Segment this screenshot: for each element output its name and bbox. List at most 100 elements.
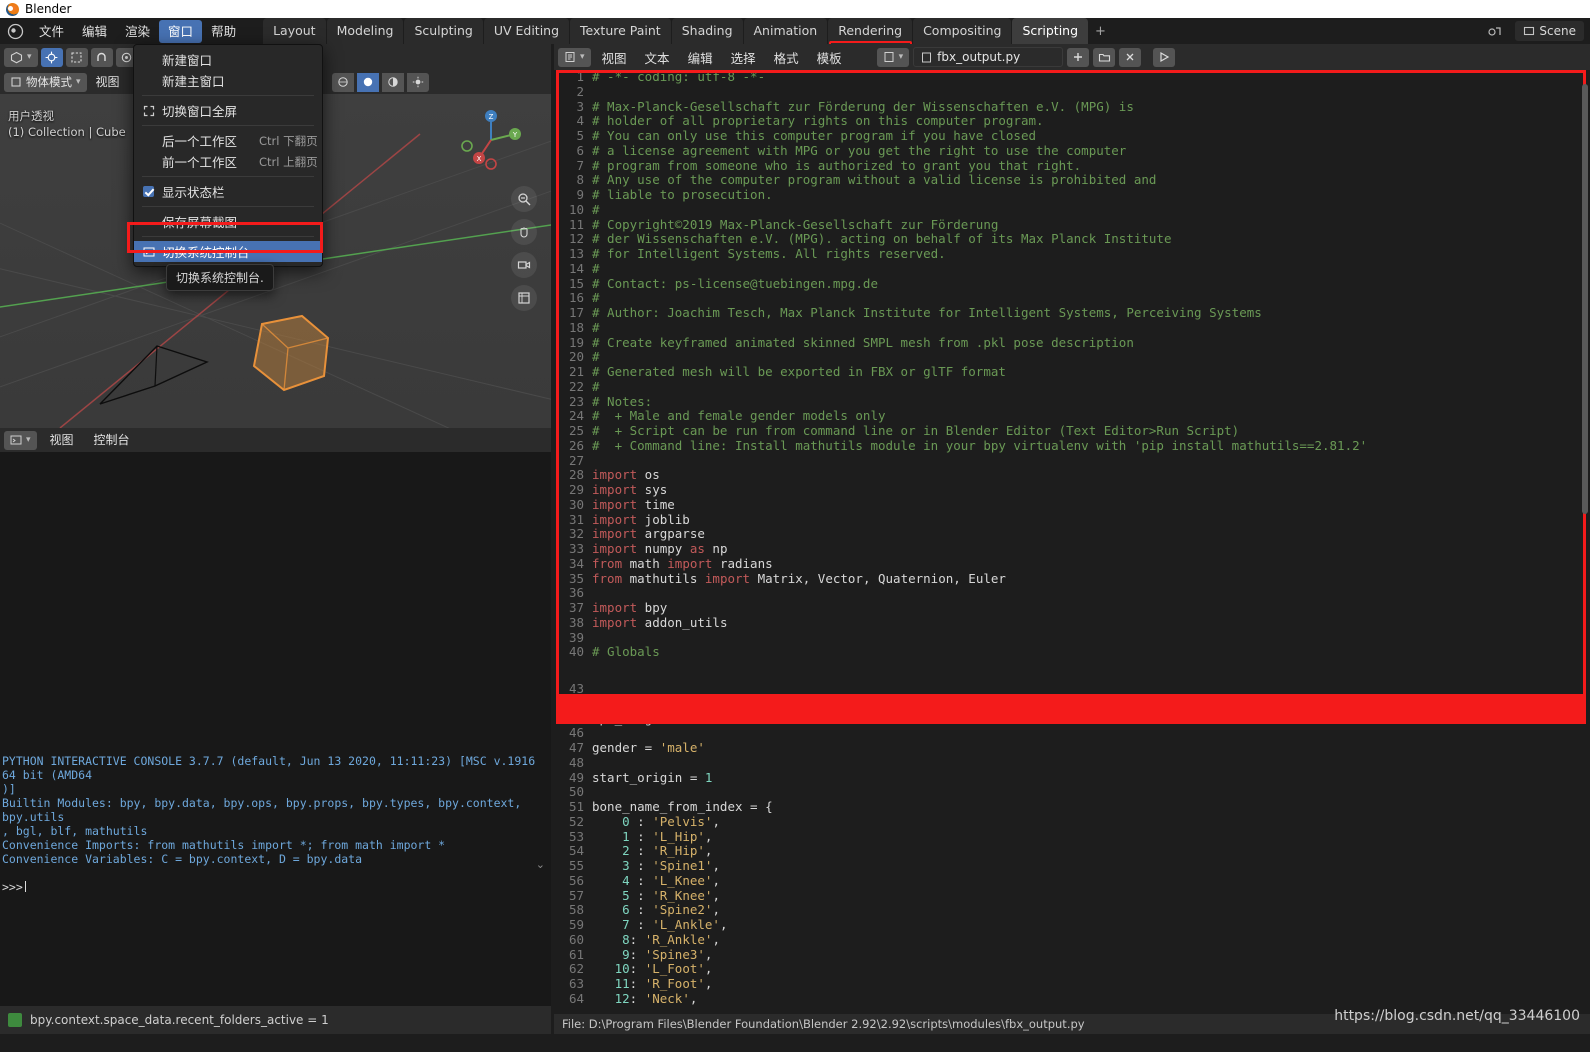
text-editor-content[interactable]: 1 # -*- coding: utf-8 -*- 2 3 # Max-Planck-… [554,70,1590,1024]
cursor-tool-icon[interactable] [40,47,63,67]
snap-magnet-icon[interactable] [90,47,113,67]
line-number: 3 [576,98,584,114]
ortho-persp-icon[interactable] [511,285,537,311]
text-datablock-icon[interactable]: ▾ [876,47,910,67]
line-number: 31 [568,511,584,527]
text-menu-templates[interactable]: 模板 [810,45,849,70]
camera-view-icon[interactable] [511,252,537,278]
console-scroll-down-icon[interactable]: ⌄ [536,858,545,871]
code-line: 35 from mathutils import Matrix, Vector, … [554,570,1590,587]
code-line: 23 # Notes: [554,394,1590,410]
line-number: 14 [568,260,584,276]
workspace-tab-sculpting[interactable]: Sculpting [404,18,483,44]
code-text: # [592,378,600,394]
editor-type-console-icon[interactable]: ▾ [4,430,37,450]
console-line-4: , bgl, blf, mathutils [2,824,148,838]
window-menu-dropdown: 新建窗口 新建主窗口 切换窗口全屏 后一个工作区 Ctrl 下翻页 前一个工作区… [133,44,323,267]
wireframe-shading-icon[interactable] [331,72,354,92]
workspace-tab-texture-paint[interactable]: Texture Paint [570,18,671,44]
window-menu-item-toggle-fullscreen[interactable]: 切换窗口全屏 [134,100,322,121]
code-line: 48 [554,755,1590,771]
cube-object[interactable] [232,302,342,412]
window-menu-item-new-window[interactable]: 新建窗口 [134,49,322,70]
console-prompt[interactable]: >>> [2,880,549,894]
camera-object[interactable] [95,304,235,414]
code-line: 6 # a license agreement with MPG or you g… [554,142,1590,159]
text-menu-edit[interactable]: 编辑 [681,45,720,70]
code-text: 2 : 'R_Hip', [622,843,713,859]
material-preview-shading-icon[interactable] [381,72,404,92]
workspace-tab-compositing[interactable]: Compositing [913,18,1012,44]
workspace-tab-uv-editing[interactable]: UV Editing [483,18,570,44]
window-menu-item-next-workspace[interactable]: 后一个工作区 Ctrl 下翻页 [134,130,322,151]
text-datablock-name-field[interactable]: fbx_output.py [913,47,1064,67]
fullscreen-icon [142,104,155,117]
code-line: 9 # liable to prosecution. [554,187,1590,203]
window-menu-label-3: 后一个工作区 [162,134,238,149]
workspace-tab-layout[interactable]: Layout [263,18,326,44]
console-menu-view[interactable]: 视图 [43,430,81,451]
line-number: 10 [568,201,584,217]
solid-shading-icon[interactable] [356,72,379,92]
interaction-mode-dropdown[interactable]: 物体模式 ▾ [4,72,87,92]
line-number: 26 [568,437,584,453]
rendered-shading-icon[interactable] [406,72,429,92]
new-text-icon[interactable] [1067,47,1090,67]
window-menu-item-new-main-window[interactable]: 新建主窗口 [134,70,322,91]
editor-scrollbar[interactable] [1582,84,1588,514]
text-menu-select[interactable]: 选择 [724,45,763,70]
workspace-tab-scripting[interactable]: Scripting [1012,18,1089,44]
blender-menu-icon[interactable] [0,18,30,44]
text-menu-format[interactable]: 格式 [767,45,806,70]
scene-selector[interactable]: Scene [1515,21,1584,41]
show-statusbar-checkbox[interactable] [143,186,154,197]
text-menu-view[interactable]: 视图 [595,45,634,70]
workspace-tab-animation[interactable]: Animation [743,18,828,44]
run-script-icon[interactable] [1153,47,1176,67]
line-number: 27 [568,452,584,468]
line-number: 33 [568,541,584,556]
editor-type-3dview-icon[interactable]: ▾ [4,47,38,67]
line-number: 35 [568,570,584,586]
pan-hand-icon[interactable] [511,219,537,245]
workspace-tab-shading[interactable]: Shading [671,18,743,44]
window-menu-item-save-screenshot[interactable]: 保存屏幕截图 [134,211,322,232]
code-line: 25 # + Script can be run from command lin… [554,423,1590,439]
add-workspace-button[interactable]: + [1089,19,1112,44]
line-number: 13 [568,246,584,261]
select-box-icon[interactable] [65,47,88,67]
code-text: # liable to prosecution. [592,187,773,202]
editor-type-text-icon[interactable]: ▾ [558,47,591,67]
scene-icon[interactable] [1479,18,1509,44]
window-menu-item-prev-workspace[interactable]: 前一个工作区 Ctrl 上翻页 [134,151,322,172]
console-line-7 [2,866,549,880]
workspace-tab-modeling[interactable]: Modeling [326,18,404,44]
code-line: 64 12: 'Neck', [554,991,1590,1007]
code-text: # a license agreement with MPG or you ge… [592,142,1127,158]
unlink-x-icon[interactable] [1119,47,1142,67]
line-number: 63 [568,976,584,991]
window-menu-item-show-statusbar[interactable]: 显示状态栏 [134,181,322,202]
scene-datablock-icon [1524,26,1535,36]
console-output[interactable]: PYTHON INTERACTIVE CONSOLE 3.7.7 (defaul… [0,452,551,1024]
menu-window[interactable]: 窗口 [159,19,203,43]
menu-file[interactable]: 文件 [30,20,73,43]
line-number: 4 [576,113,584,129]
window-menu-item-toggle-system-console[interactable]: 切换系统控制台 [134,241,322,262]
console-menu-console[interactable]: 控制台 [87,430,137,451]
menu-render[interactable]: 渲染 [116,20,159,43]
menu-edit[interactable]: 编辑 [73,20,116,43]
zoom-icon[interactable] [511,186,537,212]
line-number: 12 [568,231,584,247]
code-block-lower: 43 44fps_source = 3045fps_target = 3046 … [554,681,1590,1007]
text-menu-text[interactable]: 文本 [638,45,677,70]
open-folder-icon[interactable] [1093,47,1116,67]
viewport-menu-view[interactable]: 视图 [90,72,126,93]
navigation-gizmo[interactable]: Z Y X [459,108,523,172]
workspace-tab-rendering[interactable]: Rendering [828,18,913,44]
line-number: 28 [568,467,584,483]
menu-help[interactable]: 帮助 [202,20,245,43]
